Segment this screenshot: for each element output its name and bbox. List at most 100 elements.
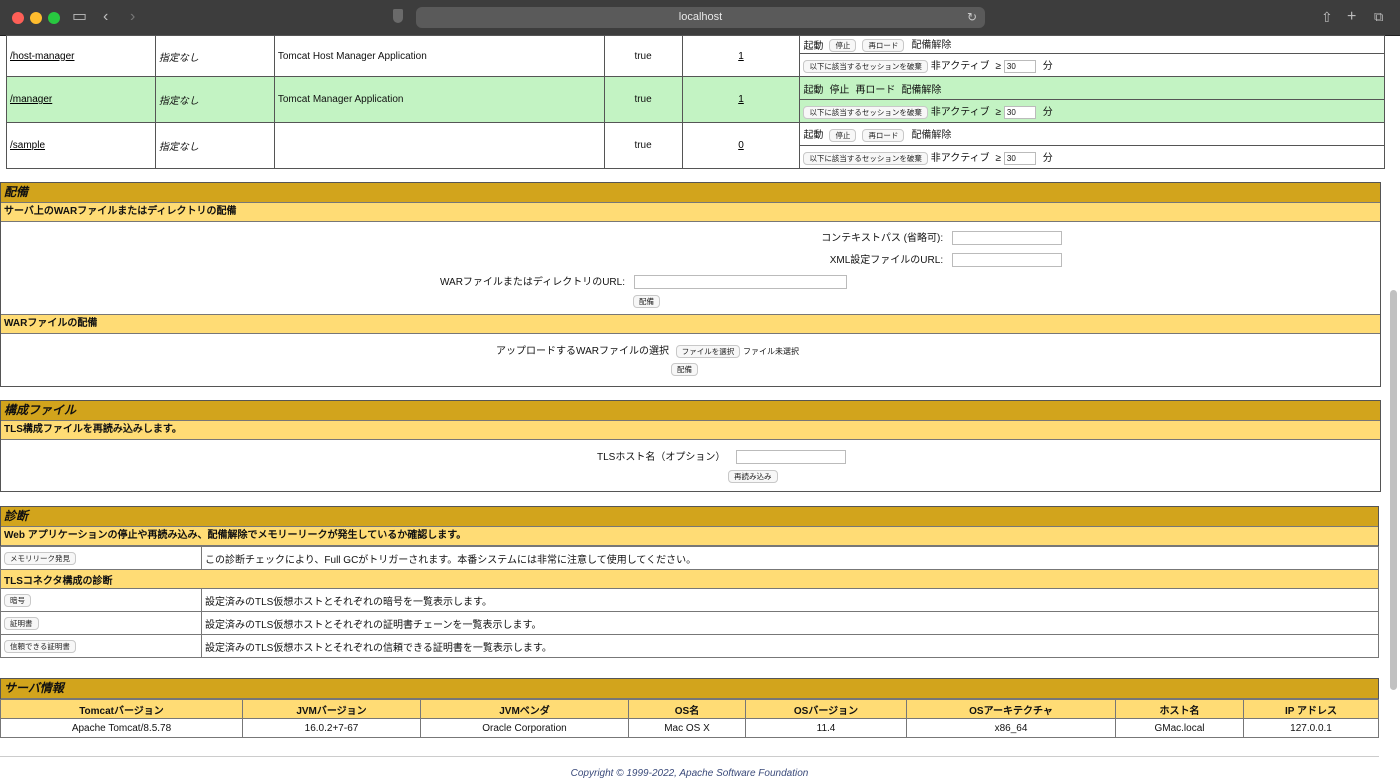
find-leaks-description: この診断チェックにより、Full GCがトリガーされます。本番システムには非常に…	[201, 546, 1379, 570]
expire-sessions-button[interactable]: 以下に該当するセッションを破棄	[803, 59, 928, 73]
war-url-label: WARファイルまたはディレクトリのURL:	[439, 277, 625, 288]
app-display-name: Tomcat Manager Application	[273, 76, 605, 123]
stop-button[interactable]: 停止	[829, 128, 857, 142]
server-info-value: x86_64	[906, 718, 1116, 738]
certificates-button[interactable]: 証明書	[4, 616, 39, 630]
idle-minutes-input[interactable]: 30	[1003, 151, 1036, 165]
idle-label: 非アクティブ	[930, 153, 990, 165]
tab-overview-icon[interactable]: ⧉	[1374, 8, 1383, 26]
zoom-window-button[interactable]	[48, 12, 60, 24]
server-info-table: Tomcatバージョン JVMバージョン JVMベンダ OS名 OSバージョン OSアーキ…	[0, 699, 1379, 738]
privacy-shield-icon[interactable]	[393, 9, 403, 23]
app-display-name	[273, 122, 605, 169]
page-scrollbar[interactable]	[1390, 290, 1397, 690]
idle-label: 非アクティブ	[930, 61, 990, 73]
server-info-value: 11.4	[745, 718, 907, 738]
app-path-link[interactable]: /host-manager	[10, 51, 74, 62]
new-tab-icon[interactable]: +	[1347, 8, 1356, 26]
app-running: true	[603, 76, 683, 123]
start-text: 起動	[803, 130, 824, 142]
app-commands: 起動 停止 再ロード 配備解除	[799, 35, 1385, 54]
server-info-value: GMac.local	[1115, 718, 1244, 738]
server-info-value: 127.0.0.1	[1243, 718, 1379, 738]
upload-deploy-button[interactable]: 配備	[671, 363, 698, 376]
diagnostics-subtitle: Web アプリケーションの停止や再読み込み、配備解除でメモリーリークが発生してい…	[1, 527, 1378, 546]
app-version: 指定なし	[154, 76, 275, 123]
undeploy-button[interactable]: 配備解除	[910, 39, 952, 52]
idle-label: 非アクティブ	[930, 107, 990, 119]
app-path-link[interactable]: /sample	[10, 140, 45, 151]
reload-icon[interactable]: ↻	[967, 7, 977, 28]
server-info-header: JVMバージョン	[242, 699, 421, 719]
ge-symbol: ≥	[995, 107, 1001, 119]
page-content: /host-manager 指定なし Tomcat Host Manager App…	[6, 35, 1385, 169]
ge-symbol: ≥	[995, 61, 1001, 73]
server-info-header: ホスト名	[1115, 699, 1244, 719]
expire-sessions-button[interactable]: 以下に該当するセッションを破棄	[803, 151, 928, 165]
server-info-value: 16.0.2+7-67	[242, 718, 421, 738]
diagnostics-table: メモリリーク発見 この診断チェックにより、Full GCがトリガーされます。本番…	[0, 546, 1379, 658]
choose-file-button[interactable]: ファイルを選択	[675, 344, 741, 358]
address-bar[interactable]: localhost ↻	[416, 7, 985, 28]
deploy-server-subtitle: サーバ上のWARファイルまたはディレクトリの配備	[1, 203, 1380, 222]
config-subtitle: TLS構成ファイルを再読み込みします。	[1, 421, 1380, 440]
reload-button[interactable]: 再ロード	[862, 128, 905, 142]
diagnostics-section: 診断 Web アプリケーションの停止や再読み込み、配備解除でメモリーリークが発生…	[0, 506, 1379, 662]
server-info-header: OSアーキテクチャ	[906, 699, 1116, 719]
reload-button[interactable]: 再ロード	[862, 39, 905, 53]
footer-divider	[0, 756, 1379, 757]
stop-button[interactable]: 停止	[829, 39, 857, 53]
ge-symbol: ≥	[995, 153, 1001, 165]
trusted-certificates-button[interactable]: 信頼できる証明書	[4, 639, 76, 653]
reload-config-button[interactable]: 再読み込み	[728, 470, 778, 483]
config-section: 構成ファイル TLS構成ファイルを再読み込みします。 TLSホスト名（オプション…	[0, 400, 1381, 492]
server-info-section: サーバ情報 Tomcatバージョン JVMバージョン JVMベンダ OS名 OSバージョ…	[0, 678, 1379, 738]
server-info-value: Apache Tomcat/8.5.78	[0, 718, 243, 738]
idle-minutes-input[interactable]: 30	[1003, 59, 1036, 73]
forward-icon[interactable]: ›	[130, 8, 135, 26]
app-row: /manager 指定なし Tomcat Manager Application tr…	[6, 76, 1385, 123]
minimize-window-button[interactable]	[30, 12, 42, 24]
undeploy-button[interactable]: 配備解除	[910, 129, 952, 142]
server-info-header: OSバージョン	[745, 699, 907, 719]
share-icon[interactable]: ⇧	[1321, 8, 1333, 26]
app-commands: 起動 停止 再ロード 配備解除	[799, 122, 1385, 146]
app-sessions-link[interactable]: 0	[738, 140, 744, 151]
xml-url-input[interactable]	[951, 253, 1062, 268]
app-running: true	[603, 122, 683, 169]
stop-text: 停止	[829, 84, 850, 96]
reload-text: 再ロード	[855, 84, 896, 96]
context-path-input[interactable]	[951, 231, 1062, 246]
server-info-header: Tomcatバージョン	[0, 699, 243, 719]
app-commands: 起動 停止 再ロード 配備解除	[799, 76, 1385, 100]
idle-minutes-input[interactable]: 30	[1003, 105, 1036, 119]
app-sessions-link[interactable]: 1	[738, 51, 744, 62]
deploy-button[interactable]: 配備	[633, 295, 660, 308]
app-path-link[interactable]: /manager	[10, 94, 52, 105]
no-file-text: ファイル未選択	[743, 347, 800, 356]
close-window-button[interactable]	[12, 12, 24, 24]
server-info-header: IP アドレス	[1243, 699, 1379, 719]
sidebar-icon[interactable]: ▭	[72, 8, 87, 26]
war-upload-subtitle: WARファイルの配備	[1, 315, 1380, 334]
find-leaks-button[interactable]: メモリリーク発見	[4, 551, 76, 565]
minutes-label: 分	[1042, 107, 1053, 119]
certificates-description: 設定済みのTLS仮想ホストとそれぞれの証明書チェーンを一覧表示します。	[201, 611, 1379, 635]
config-title: 構成ファイル	[1, 401, 1380, 421]
back-icon[interactable]: ‹	[103, 8, 108, 26]
minutes-label: 分	[1042, 61, 1053, 73]
start-text: 起動	[803, 40, 824, 52]
undeploy-text: 配備解除	[901, 84, 942, 96]
app-sessions-link[interactable]: 1	[738, 94, 744, 105]
minutes-label: 分	[1042, 153, 1053, 165]
server-info-value: Mac OS X	[628, 718, 746, 738]
app-row: /sample 指定なし true 0 起動 停止 再ロード 配備解除	[6, 122, 1385, 169]
expire-sessions-button[interactable]: 以下に該当するセッションを破棄	[803, 105, 928, 119]
tls-host-input[interactable]	[736, 450, 847, 465]
app-expire-sessions: 以下に該当するセッションを破棄 非アクティブ ≥30 分	[799, 99, 1385, 123]
app-row: /host-manager 指定なし Tomcat Host Manager App…	[6, 35, 1385, 77]
war-url-input[interactable]	[633, 275, 847, 290]
ciphers-button[interactable]: 暗号	[4, 593, 31, 607]
deploy-section: 配備 サーバ上のWARファイルまたはディレクトリの配備 コンテキストパス (省略…	[0, 182, 1381, 387]
app-running: true	[603, 35, 683, 77]
